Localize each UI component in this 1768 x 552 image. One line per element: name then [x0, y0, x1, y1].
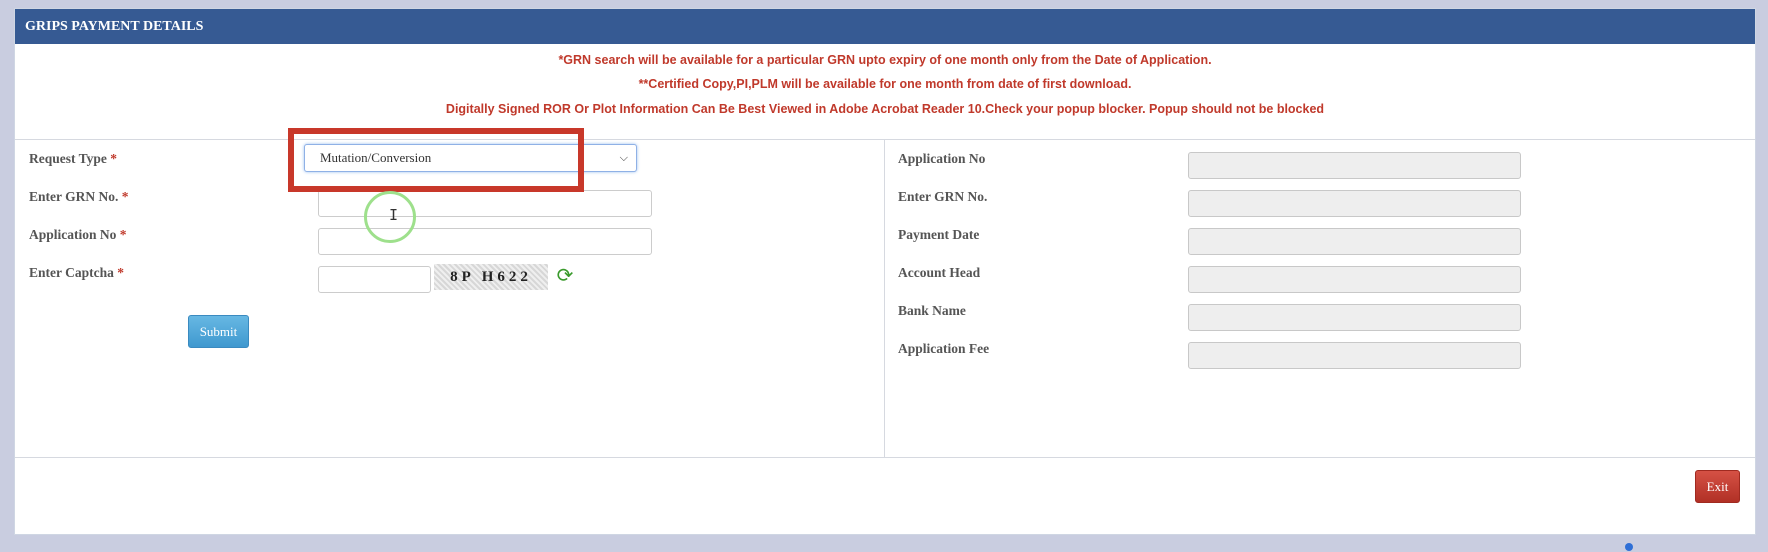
detail-account-head-field	[1188, 266, 1521, 293]
captcha-input[interactable]	[318, 266, 431, 293]
request-type-label: Request Type *	[29, 151, 118, 166]
application-no-label: Application No *	[29, 227, 127, 242]
detail-bank-name-field	[1188, 304, 1521, 331]
highlight-box	[288, 128, 584, 192]
panel-header: GRIPS PAYMENT DETAILS	[15, 9, 1755, 44]
notice-certified-copy: **Certified Copy,PI,PLM will be availabl…	[638, 77, 1132, 91]
exit-button[interactable]: Exit	[1695, 470, 1740, 503]
divider-bottom	[15, 457, 1755, 458]
detail-payment-date-label: Payment Date	[898, 227, 980, 242]
notice-acrobat-popup: Digitally Signed ROR Or Plot Information…	[445, 102, 1325, 116]
detail-application-no-field	[1188, 152, 1521, 179]
detail-application-fee-label: Application Fee	[898, 341, 990, 356]
divider-top	[15, 139, 1755, 140]
submit-button[interactable]: Submit	[188, 315, 249, 348]
status-dot	[1625, 543, 1633, 551]
detail-bank-name-label: Bank Name	[898, 303, 966, 318]
detail-grn-field	[1188, 190, 1521, 217]
detail-payment-date-field	[1188, 228, 1521, 255]
detail-grn-label: Enter GRN No.	[898, 189, 988, 204]
detail-application-fee-field	[1188, 342, 1521, 369]
captcha-image: 8P H622	[434, 264, 548, 290]
chevron-down-icon: ⌵	[619, 152, 628, 164]
grn-label: Enter GRN No. *	[29, 189, 129, 204]
divider-vertical	[884, 140, 885, 458]
detail-application-no-label: Application No	[898, 151, 986, 166]
refresh-icon[interactable]: ⟳	[554, 264, 576, 286]
text-cursor-icon: I	[389, 206, 399, 224]
notice-grn-search: *GRN search will be available for a part…	[558, 53, 1212, 67]
detail-account-head-label: Account Head	[898, 265, 981, 280]
captcha-label: Enter Captcha *	[29, 265, 125, 280]
